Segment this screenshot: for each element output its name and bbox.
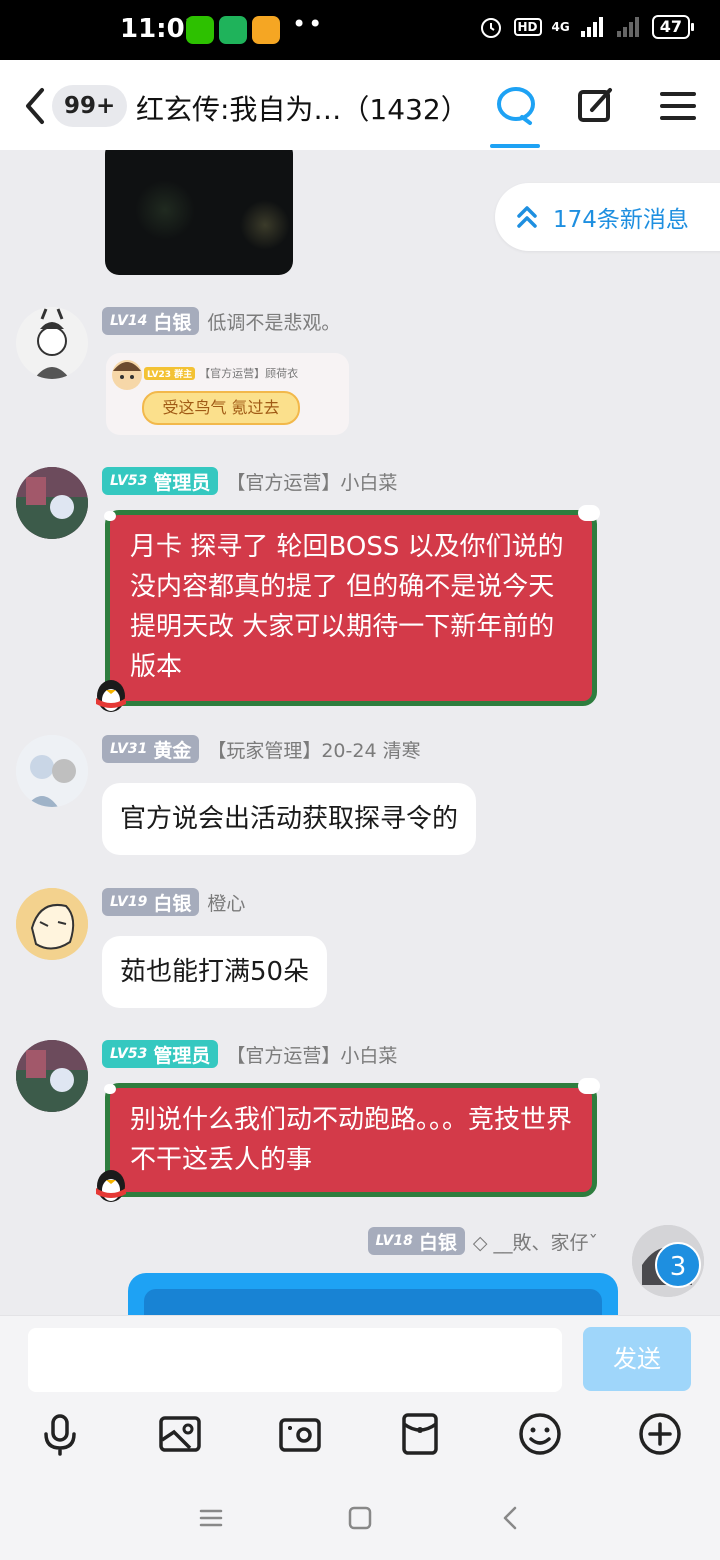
- image-glow: [135, 180, 195, 240]
- back-arrow-icon[interactable]: [20, 86, 50, 126]
- avatar-image: [16, 735, 88, 807]
- sender-meta: LV53 管理员 【官方运营】小白菜: [102, 467, 397, 495]
- sender-name: 【玩家管理】20-24 清寒: [207, 739, 421, 762]
- sender-meta: LV18 白银 ◇ __敗、家仔ˇ: [367, 1227, 598, 1255]
- snow-decoration: [104, 1084, 116, 1094]
- sender-name: ◇ __敗、家仔ˇ: [472, 1231, 598, 1254]
- unread-mention-badge[interactable]: 3: [655, 1242, 701, 1288]
- avatar-image: [34, 308, 70, 379]
- level-badge: LV19 白银: [102, 888, 200, 916]
- status-bar: 11:02 •• HD 4G 47: [0, 0, 720, 60]
- image-icon[interactable]: [158, 1412, 202, 1456]
- avatar[interactable]: [16, 467, 88, 539]
- weibo-icon: [252, 16, 280, 44]
- message-bubble[interactable]: [128, 1273, 618, 1315]
- sender-meta: LV31 黄金 【玩家管理】20-24 清寒: [102, 735, 421, 763]
- avatar[interactable]: [16, 1040, 88, 1112]
- wechat-icon: [186, 16, 214, 44]
- sender-name: 【官方运营】小白菜: [226, 471, 398, 494]
- qq-penguin-icon: [96, 680, 126, 712]
- sender-name: 橙心: [207, 892, 246, 915]
- snow-decoration: [578, 1078, 600, 1094]
- sender-meta: LV14 白银 低调不是悲观。: [102, 307, 340, 335]
- message-bubble[interactable]: 茹也能打满50朵: [102, 936, 328, 1008]
- chat-header: 99+ 红玄传:我自为…（1432）: [0, 60, 720, 150]
- avatar-image: [16, 1040, 88, 1112]
- back-icon[interactable]: [496, 1503, 526, 1533]
- message-bubble[interactable]: 别说什么我们动不动跑路。。。竞技世界不干这丢人的事: [104, 1078, 600, 1197]
- signal-2-icon: [616, 17, 639, 37]
- sticker-quote-meta: LV23 群主 【官方运营】顾荷衣: [144, 365, 298, 381]
- qq-penguin-icon: [96, 1170, 126, 1202]
- battery-icon: 47: [651, 15, 695, 39]
- alarm-icon: [480, 18, 501, 38]
- snow-decoration: [104, 511, 116, 521]
- unread-count-badge[interactable]: 99+: [52, 85, 128, 127]
- red-packet-icon[interactable]: [398, 1412, 442, 1456]
- edit-icon[interactable]: [572, 82, 620, 130]
- message-text: 月卡 探寻了 轮回BOSS 以及你们说的没内容都真的提了 但的确不是说今天提明天…: [130, 532, 564, 682]
- message-bubble[interactable]: 月卡 探寻了 轮回BOSS 以及你们说的没内容都真的提了 但的确不是说今天提明天…: [104, 505, 600, 706]
- camera-icon[interactable]: [278, 1412, 322, 1456]
- message-input[interactable]: [28, 1328, 562, 1392]
- chat-bubble-icon[interactable]: [492, 82, 540, 130]
- avatar-image: [16, 467, 88, 539]
- input-bar: 发送: [0, 1315, 720, 1475]
- level-badge: LV53 管理员: [102, 467, 219, 495]
- level-badge: LV53 管理员: [102, 1040, 219, 1068]
- level-badge: LV18 白银: [367, 1227, 465, 1255]
- level-badge: LV14 白银: [102, 307, 200, 335]
- message-text: 别说什么我们动不动跑路。。。竞技世界不干这丢人的事: [130, 1105, 573, 1175]
- group-title[interactable]: 红玄传:我自为…（1432）: [136, 88, 469, 128]
- message-text: 官方说会出活动获取探寻令的: [120, 804, 459, 834]
- system-nav-bar: [0, 1475, 720, 1560]
- avatar[interactable]: [16, 888, 88, 960]
- sender-meta: LV53 管理员 【官方运营】小白菜: [102, 1040, 397, 1068]
- sender-meta: LV19 白银 橙心: [102, 888, 245, 916]
- emoji-icon[interactable]: [518, 1412, 562, 1456]
- level-badge: LV31 黄金: [102, 735, 200, 763]
- avatar[interactable]: [16, 307, 88, 379]
- image-glow: [240, 200, 290, 250]
- sticker-text: 受这鸟气 氪过去: [142, 391, 300, 425]
- microphone-icon[interactable]: [38, 1412, 82, 1456]
- new-messages-button[interactable]: 174条新消息: [495, 183, 720, 251]
- plus-icon[interactable]: [638, 1412, 682, 1456]
- shield-app-icon: [219, 16, 247, 44]
- message-list[interactable]: 174条新消息 LV14 白银 低调不是悲观。 LV23 群主 【官方运营】顾荷衣…: [0, 150, 720, 1315]
- new-messages-label: 174条新消息: [553, 207, 689, 233]
- message-text: 茹也能打满50朵: [120, 957, 310, 987]
- signal-icon: [580, 17, 603, 37]
- recents-icon[interactable]: [196, 1503, 226, 1533]
- sender-name: 【官方运营】小白菜: [226, 1044, 398, 1067]
- network-label: 4G: [551, 20, 570, 34]
- avatar-image: [16, 888, 88, 960]
- menu-icon[interactable]: [654, 82, 702, 130]
- image-message[interactable]: [105, 150, 293, 275]
- send-button[interactable]: 发送: [583, 1327, 691, 1391]
- avatar[interactable]: [16, 735, 88, 807]
- message-bubble[interactable]: 官方说会出活动获取探寻令的: [102, 783, 477, 855]
- sticker-message[interactable]: LV23 群主 【官方运营】顾荷衣 受这鸟气 氪过去: [106, 353, 349, 435]
- snow-decoration: [578, 505, 600, 521]
- quoted-message: [144, 1289, 602, 1315]
- more-notifications-icon: ••: [292, 10, 325, 38]
- double-chevron-up-icon: [517, 206, 537, 228]
- sticker-face-icon: [112, 360, 142, 390]
- home-icon[interactable]: [345, 1503, 375, 1533]
- sender-name: 低调不是悲观。: [207, 311, 341, 334]
- active-tab-indicator: [490, 144, 540, 148]
- hd-icon: HD: [513, 18, 542, 36]
